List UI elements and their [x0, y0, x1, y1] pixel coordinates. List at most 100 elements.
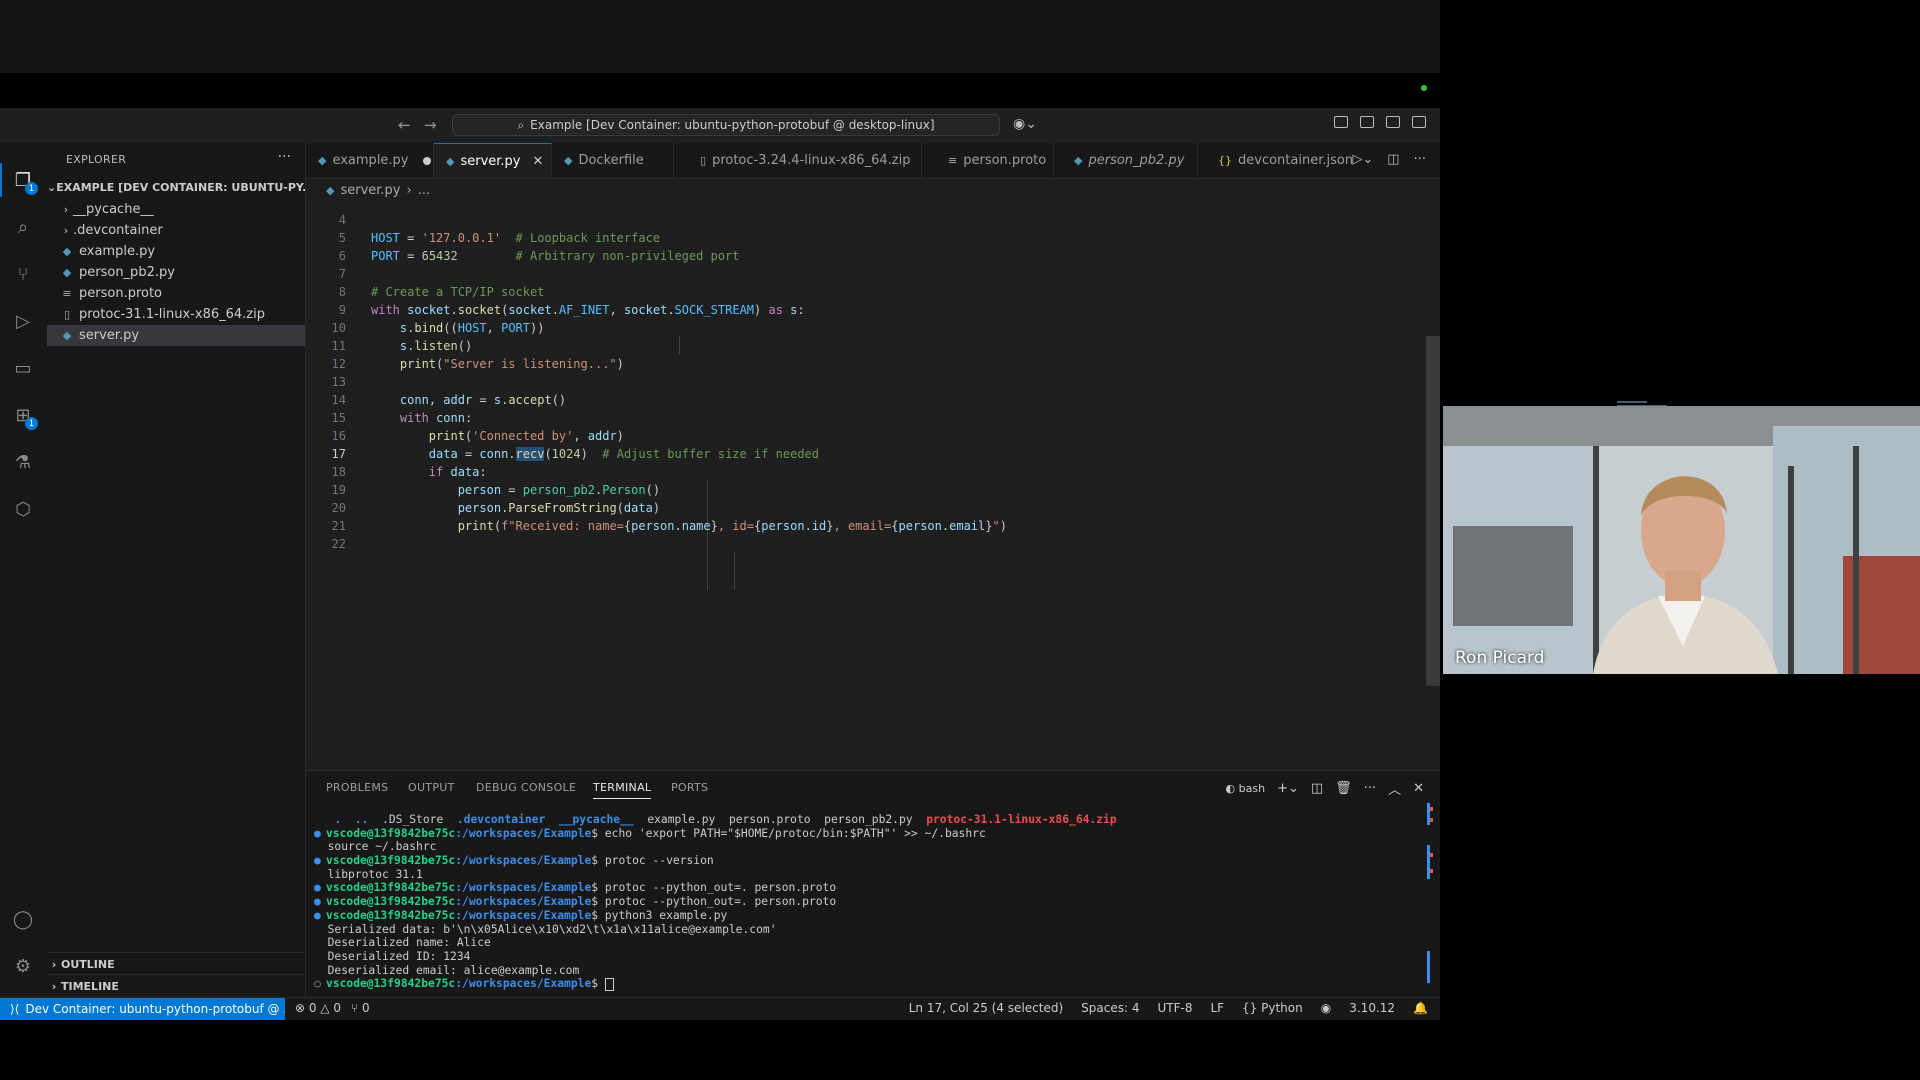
error-icon: ⊗ — [295, 1001, 309, 1015]
terminal-shell-selector[interactable]: ◐ bash — [1226, 782, 1266, 795]
containers-icon[interactable]: ⬡ — [10, 496, 36, 522]
cursor-position[interactable]: Ln 17, Col 25 (4 selected) — [909, 1001, 1063, 1015]
editor-tabs: ◆ example.py ◆ server.py ✕ ◆ Dockerfile … — [306, 143, 1440, 179]
extensions-badge: 1 — [25, 417, 38, 430]
problems-status[interactable]: ⊗ 0 △ 0 — [295, 1001, 341, 1015]
tab-dockerfile[interactable]: ◆ Dockerfile — [552, 143, 674, 178]
indentation[interactable]: Spaces: 4 — [1081, 1001, 1139, 1015]
workspace-root[interactable]: ⌄ EXAMPLE [DEV CONTAINER: UBUNTU-PY... — [47, 177, 305, 197]
tree-item-pycache[interactable]: › __pycache__ — [47, 199, 305, 220]
breadcrumb-symbols[interactable]: ... — [418, 183, 430, 198]
copilot-status-icon[interactable]: ◉ — [1321, 1001, 1331, 1015]
language-mode[interactable]: {} Python — [1242, 1001, 1303, 1015]
encoding[interactable]: UTF-8 — [1157, 1001, 1192, 1015]
python-version[interactable]: 3.10.12 — [1349, 1001, 1395, 1015]
split-editor-icon[interactable]: ◫ — [1387, 152, 1399, 167]
more-actions-icon[interactable]: ··· — [278, 149, 291, 165]
tab-ports[interactable]: PORTS — [671, 781, 708, 794]
extensions-icon[interactable]: ⊞ 1 — [10, 402, 38, 430]
chevron-right-icon: › — [63, 203, 69, 216]
toggle-panel-icon[interactable] — [1386, 116, 1400, 128]
video-tile: Ron Picard — [1443, 406, 1920, 674]
customize-layout-icon[interactable] — [1334, 116, 1348, 128]
json-file-icon: {} — [1218, 154, 1232, 167]
command-center-search[interactable]: ⌕ Example [Dev Container: ubuntu-python-… — [452, 114, 1000, 136]
tab-server-py[interactable]: ◆ server.py ✕ — [434, 143, 552, 178]
code-line: 8 # Create a TCP/IP socket — [338, 285, 545, 299]
accounts-icon[interactable]: ◯ — [10, 906, 36, 932]
editor-scrollbar[interactable] — [1426, 336, 1440, 686]
vscode-window: ← → ⌕ Example [Dev Container: ubuntu-pyt… — [0, 108, 1702, 1020]
more-icon[interactable]: ··· — [1414, 152, 1426, 167]
tab-devcontainer-json[interactable]: {} devcontainer.json — [1198, 143, 1353, 178]
terminal-output[interactable]: . .. .DS_Store .devcontainer __pycache__… — [314, 813, 1414, 991]
code-line: 22 — [331, 537, 346, 551]
python-file-icon: ◆ — [326, 183, 335, 197]
tree-item-devcontainer[interactable]: › .devcontainer — [47, 220, 305, 241]
zip-file-icon: ▯ — [63, 308, 71, 321]
tab-output[interactable]: OUTPUT — [408, 781, 455, 794]
scroll-marker — [1430, 818, 1433, 822]
trash-icon[interactable]: 🗑 — [1335, 781, 1352, 796]
timeline-section[interactable]: › TIMELINE — [47, 974, 305, 997]
outline-section[interactable]: › OUTLINE — [47, 952, 305, 975]
bell-icon[interactable]: 🔔 — [1413, 1001, 1428, 1015]
testing-icon[interactable]: ⚗ — [10, 449, 36, 475]
scroll-marker — [1427, 951, 1430, 983]
remote-indicator[interactable]: ⟩⟨ Dev Container: ubuntu-python-protobuf… — [0, 998, 285, 1020]
copilot-icon[interactable]: ◉⌄ — [1013, 116, 1037, 132]
tab-example-py[interactable]: ◆ example.py — [306, 143, 434, 178]
tree-item-example-py[interactable]: ◆ example.py — [47, 241, 305, 262]
tree-item-label: person.proto — [79, 286, 163, 301]
toggle-secondary-sidebar-icon[interactable] — [1412, 116, 1426, 128]
tree-item-person-pb2-py[interactable]: ◆ person_pb2.py — [47, 262, 305, 283]
tab-label: example.py — [332, 153, 409, 168]
tree-item-server-py[interactable]: ◆ server.py — [47, 325, 305, 346]
close-icon[interactable]: ✕ — [533, 154, 544, 169]
code-line: 7 — [338, 267, 346, 281]
ports-status[interactable]: ⑂ 0 — [351, 1001, 370, 1015]
tab-protoc-zip[interactable]: ▯ protoc-3.24.4-linux-x86_64.zip — [674, 143, 922, 178]
bottom-panel: PROBLEMS OUTPUT DEBUG CONSOLE TERMINAL P… — [306, 770, 1440, 998]
status-right: Ln 17, Col 25 (4 selected) Spaces: 4 UTF… — [909, 1001, 1428, 1015]
scroll-marker — [1430, 853, 1433, 857]
toggle-primary-sidebar-icon[interactable] — [1360, 116, 1374, 128]
close-panel-icon[interactable]: ✕ — [1413, 781, 1424, 796]
tab-person-pb2-py[interactable]: ◆ person_pb2.py — [1054, 143, 1198, 178]
code-line: 16 print('Connected by', addr) — [331, 429, 624, 443]
terminal-line: ● vscode@13f9842be75c:/workspaces/Example… — [314, 826, 986, 840]
window-title: Example [Dev Container: ubuntu-python-pr… — [530, 118, 935, 132]
tree-item-protoc-zip[interactable]: ▯ protoc-31.1-linux-x86_64.zip — [47, 304, 305, 325]
tab-debug-console[interactable]: DEBUG CONSOLE — [476, 781, 576, 794]
back-arrow-icon[interactable]: ← — [398, 116, 411, 134]
more-icon[interactable]: ··· — [1364, 781, 1376, 796]
code-line: 15 with conn: — [331, 411, 473, 425]
python-file-icon: ◆ — [318, 154, 327, 167]
tab-problems[interactable]: PROBLEMS — [326, 781, 388, 794]
breadcrumb-file[interactable]: server.py — [340, 183, 400, 198]
terminal-line: ● vscode@13f9842be75c:/workspaces/Example… — [314, 881, 837, 895]
ports-icon: ⑂ — [351, 1001, 363, 1015]
new-terminal-icon[interactable]: +⌄ — [1277, 781, 1299, 796]
split-terminal-icon[interactable]: ◫ — [1311, 781, 1323, 796]
terminal-scrollbar[interactable] — [1427, 801, 1433, 986]
remote-explorer-icon[interactable]: ▭ — [10, 355, 36, 381]
forward-arrow-icon[interactable]: → — [424, 116, 437, 134]
run-icon[interactable]: ▷⌄ — [1352, 152, 1373, 167]
tree-item-person-proto[interactable]: ≡ person.proto — [47, 283, 305, 304]
search-view-icon[interactable]: ⌕ — [10, 214, 36, 240]
terminal-line: Deserialized email: alice@example.com — [327, 963, 580, 977]
maximize-panel-icon[interactable]: ︿ — [1388, 779, 1401, 798]
explorer-sidebar: EXPLORER ··· ⌄ EXAMPLE [DEV CONTAINER: U… — [47, 143, 306, 997]
code-line: 21 print(f"Received: name={person.name},… — [331, 519, 1007, 533]
code-editor[interactable]: 4 5 HOST = '127.0.0.1' # Loopback interfa… — [306, 201, 1702, 761]
tab-person-proto[interactable]: ≡ person.proto — [922, 143, 1054, 178]
source-control-icon[interactable]: ⑂ — [10, 261, 36, 287]
end-of-line[interactable]: LF — [1210, 1001, 1224, 1015]
explorer-icon[interactable]: ❐ 1 — [10, 167, 38, 195]
docker-icon: ◆ — [564, 154, 573, 167]
settings-gear-icon[interactable]: ⚙ — [10, 953, 36, 979]
code-line: 5 HOST = '127.0.0.1' # Loopback interface — [338, 231, 661, 245]
run-debug-icon[interactable]: ▷ — [10, 308, 36, 334]
tab-terminal[interactable]: TERMINAL — [593, 781, 652, 799]
